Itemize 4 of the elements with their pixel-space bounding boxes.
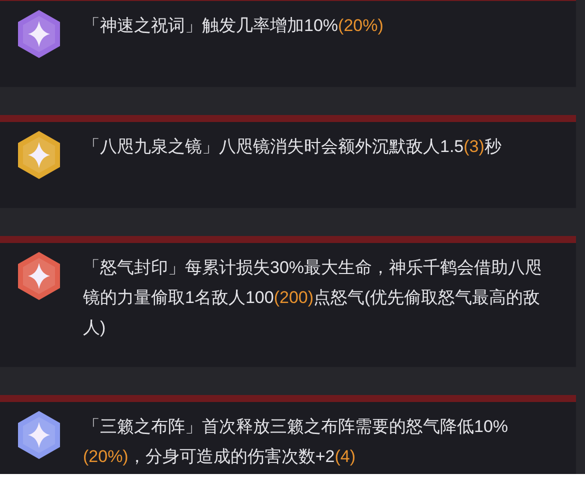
talent-description: 「神速之祝词」触发几率增加10%(20%)	[83, 15, 384, 37]
talent-description: 「三籁之布阵」首次释放三籁之布阵需要的怒气降低10% (20%)，分身可造成的伤害次数+2(4)	[83, 416, 510, 468]
talent-description: 「八咫九泉之镜」八咫镜消失时会额外沉默敌人1.5(3)秒	[83, 136, 502, 158]
talent-description: 「怒气封印」每累计损失30%最大生命，神乐千鹤会借助八咫镜的力量偷取1名敌人100(200)点怒气(优先偷取怒气最高的敌人)	[83, 257, 544, 339]
